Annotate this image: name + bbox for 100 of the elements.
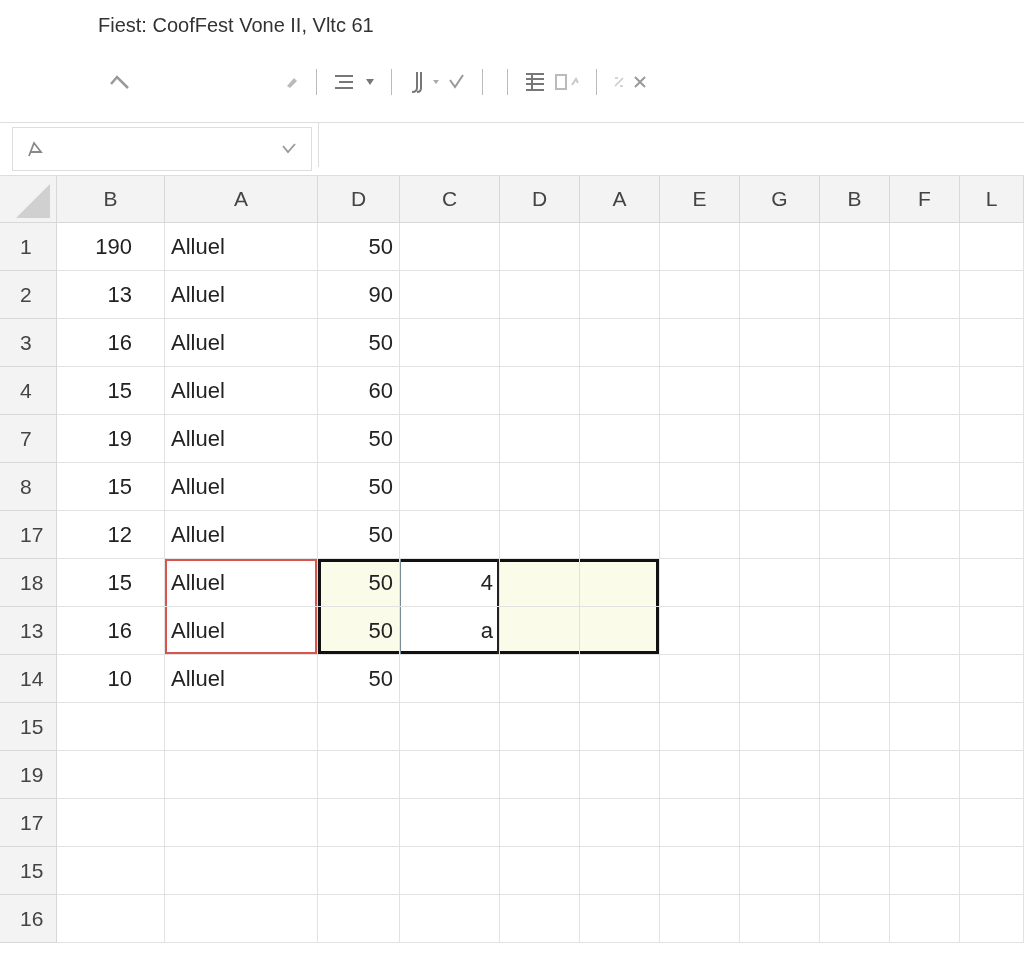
row-header[interactable]: 15 xyxy=(0,703,57,751)
row-header[interactable]: 8 xyxy=(0,463,57,511)
check-icon[interactable] xyxy=(448,74,466,90)
table-cell: 16 xyxy=(57,607,165,655)
row-header[interactable]: 7 xyxy=(0,415,57,463)
table-cell xyxy=(890,463,960,511)
table-cell xyxy=(820,415,890,463)
table-cell: Alluel xyxy=(165,655,318,703)
column-header[interactable]: D xyxy=(318,176,400,223)
table-cell xyxy=(890,607,960,655)
table-cell: Alluel xyxy=(165,559,318,607)
table-cell: 16 xyxy=(57,319,165,367)
row-header[interactable]: 2 xyxy=(0,271,57,319)
table-cell xyxy=(820,319,890,367)
column-header[interactable]: G xyxy=(740,176,820,223)
row-header[interactable]: 4 xyxy=(0,367,57,415)
table-cell xyxy=(890,415,960,463)
row-header[interactable]: 1 xyxy=(0,223,57,271)
column-header[interactable]: A xyxy=(165,176,318,223)
table-cell: Alluel xyxy=(165,271,318,319)
table-cell xyxy=(960,847,1024,895)
table-cell xyxy=(890,319,960,367)
table-cell: Alluel xyxy=(165,511,318,559)
table-cell xyxy=(820,655,890,703)
row-header[interactable]: 19 xyxy=(0,751,57,799)
table-cell xyxy=(820,367,890,415)
column-header[interactable]: D xyxy=(500,176,580,223)
column-header[interactable]: B xyxy=(57,176,165,223)
table-cell xyxy=(960,511,1024,559)
table-cell xyxy=(820,751,890,799)
table-cell xyxy=(820,559,890,607)
row-header[interactable]: 18 xyxy=(0,559,57,607)
table-cell xyxy=(890,895,960,943)
row-header[interactable]: 14 xyxy=(0,655,57,703)
table-cell xyxy=(820,847,890,895)
table-cell: Alluel xyxy=(165,319,318,367)
row-header[interactable]: 16 xyxy=(0,895,57,943)
table-cell xyxy=(960,655,1024,703)
row-header[interactable]: 17 xyxy=(0,799,57,847)
table-cell: 50 xyxy=(318,559,400,607)
table-cell: Alluel xyxy=(165,367,318,415)
table-cell xyxy=(890,271,960,319)
table-cell: 60 xyxy=(318,367,400,415)
column-header[interactable]: L xyxy=(960,176,1024,223)
row-header[interactable]: 13 xyxy=(0,607,57,655)
caret-icon[interactable] xyxy=(365,78,375,86)
table-cell: 90 xyxy=(318,271,400,319)
table-cell xyxy=(960,559,1024,607)
column-header[interactable]: C xyxy=(400,176,500,223)
table-cell xyxy=(820,895,890,943)
table-cell xyxy=(960,895,1024,943)
window-title: Fiest: CoofFest Vone II, Vltc 61 xyxy=(97,13,375,38)
column-header[interactable]: F xyxy=(890,176,960,223)
table-icon[interactable] xyxy=(524,71,546,93)
cross-icon[interactable] xyxy=(633,75,647,89)
table-cell xyxy=(890,655,960,703)
table-cell: Alluel xyxy=(165,463,318,511)
table-cell: 50 xyxy=(318,223,400,271)
table-cell xyxy=(960,751,1024,799)
table-cell xyxy=(820,703,890,751)
table-cell: 19 xyxy=(57,415,165,463)
table-cell xyxy=(820,223,890,271)
table-cell xyxy=(960,271,1024,319)
caret-icon[interactable] xyxy=(432,79,440,85)
row-header[interactable]: 17 xyxy=(0,511,57,559)
table-cell: 50 xyxy=(318,463,400,511)
table-cell xyxy=(820,463,890,511)
table-cell: 15 xyxy=(57,559,165,607)
row-header[interactable]: 15 xyxy=(0,847,57,895)
table-cell: 50 xyxy=(318,607,400,655)
table-cell xyxy=(890,223,960,271)
column-header[interactable]: E xyxy=(660,176,740,223)
table-cell xyxy=(890,751,960,799)
table-cell: Alluel xyxy=(165,607,318,655)
column-header[interactable]: B xyxy=(820,176,890,223)
table-cell xyxy=(960,607,1024,655)
table-cell xyxy=(960,223,1024,271)
table-cell: 50 xyxy=(318,319,400,367)
table-cell xyxy=(960,415,1024,463)
table-cell xyxy=(890,847,960,895)
table-cell: 10 xyxy=(57,655,165,703)
table-cell xyxy=(960,463,1024,511)
table-cell: a xyxy=(400,607,500,655)
table-cell xyxy=(820,271,890,319)
table-cell xyxy=(960,367,1024,415)
table-cell: Alluel xyxy=(165,415,318,463)
table-cell: 190 xyxy=(57,223,165,271)
table-cell: 4 xyxy=(400,559,500,607)
fraction-icon[interactable] xyxy=(613,76,625,88)
table-cell: Alluel xyxy=(165,223,318,271)
table-cell xyxy=(820,607,890,655)
table-cell xyxy=(820,799,890,847)
table-cell xyxy=(820,511,890,559)
format-icon[interactable] xyxy=(554,73,580,91)
table-cell xyxy=(890,799,960,847)
row-header[interactable]: 3 xyxy=(0,319,57,367)
table-cell: 12 xyxy=(57,511,165,559)
table-cell xyxy=(960,703,1024,751)
column-header[interactable]: A xyxy=(580,176,660,223)
table-cell: 50 xyxy=(318,415,400,463)
